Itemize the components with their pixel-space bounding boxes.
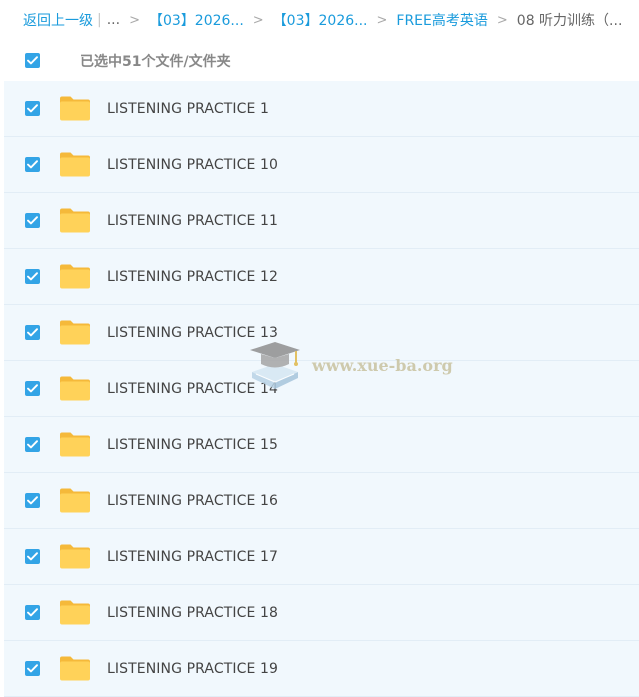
file-checkbox[interactable] (25, 101, 40, 116)
file-name: LISTENING PRACTICE 11 (107, 212, 278, 229)
folder-icon (60, 320, 90, 345)
breadcrumb: 返回上一级 | ... > 【03】2026... > 【03】2026... … (0, 0, 639, 40)
file-checkbox[interactable] (25, 605, 40, 620)
file-checkbox[interactable] (25, 437, 40, 452)
file-name: LISTENING PRACTICE 1 (107, 100, 269, 117)
checkmark-icon (27, 384, 38, 393)
checkmark-icon (27, 664, 38, 673)
checkmark-icon (27, 552, 38, 561)
file-name: LISTENING PRACTICE 17 (107, 548, 278, 565)
checkmark-icon (27, 56, 38, 65)
file-row[interactable]: LISTENING PRACTICE 10 (4, 137, 639, 193)
breadcrumb-arrow-separator: > (376, 12, 388, 28)
folder-icon (60, 432, 90, 457)
file-checkbox[interactable] (25, 269, 40, 284)
checkmark-icon (27, 608, 38, 617)
folder-icon (60, 152, 90, 177)
breadcrumb-arrow-separator: > (252, 12, 264, 28)
breadcrumb-arrow-separator: > (129, 12, 140, 28)
file-row[interactable]: LISTENING PRACTICE 14 (4, 361, 639, 417)
checkmark-icon (27, 104, 38, 113)
folder-icon (60, 96, 90, 121)
file-checkbox[interactable] (25, 493, 40, 508)
file-checkbox[interactable] (25, 157, 40, 172)
breadcrumb-item-3[interactable]: FREE高考英语 (396, 10, 487, 30)
checkmark-icon (27, 496, 38, 505)
back-link[interactable]: 返回上一级 (23, 10, 93, 30)
file-row[interactable]: LISTENING PRACTICE 13 (4, 305, 639, 361)
folder-icon (60, 600, 90, 625)
file-name: LISTENING PRACTICE 14 (107, 380, 278, 397)
folder-icon (60, 264, 90, 289)
breadcrumb-ellipsis[interactable]: ... (107, 12, 120, 28)
checkmark-icon (27, 440, 38, 449)
file-checkbox[interactable] (25, 325, 40, 340)
breadcrumb-item-2[interactable]: 【03】2026... (273, 10, 368, 30)
file-row[interactable]: LISTENING PRACTICE 17 (4, 529, 639, 585)
file-name: LISTENING PRACTICE 18 (107, 604, 278, 621)
file-name: LISTENING PRACTICE 13 (107, 324, 278, 341)
file-list: LISTENING PRACTICE 1 LISTENING PRACTICE … (4, 81, 639, 697)
file-row[interactable]: LISTENING PRACTICE 11 (4, 193, 639, 249)
file-checkbox[interactable] (25, 213, 40, 228)
folder-icon (60, 544, 90, 569)
checkmark-icon (27, 272, 38, 281)
folder-icon (60, 656, 90, 681)
file-name: LISTENING PRACTICE 10 (107, 156, 278, 173)
checkmark-icon (27, 216, 38, 225)
file-name: LISTENING PRACTICE 16 (107, 492, 278, 509)
select-all-checkbox[interactable] (25, 53, 40, 68)
file-checkbox[interactable] (25, 381, 40, 396)
breadcrumb-current: 08 听力训练（... (516, 13, 623, 29)
folder-icon (60, 376, 90, 401)
file-name: LISTENING PRACTICE 15 (107, 436, 278, 453)
file-row[interactable]: LISTENING PRACTICE 1 (4, 81, 639, 137)
file-checkbox[interactable] (25, 549, 40, 564)
selection-count: 已选中51个文件/文件夹 (80, 53, 231, 70)
breadcrumb-bar-separator: | (97, 12, 102, 28)
selection-header: 已选中51个文件/文件夹 (0, 40, 639, 81)
checkmark-icon (27, 328, 38, 337)
folder-icon (60, 488, 90, 513)
file-name: LISTENING PRACTICE 19 (107, 660, 278, 677)
checkmark-icon (27, 160, 38, 169)
breadcrumb-arrow-separator: > (496, 12, 508, 28)
file-row[interactable]: LISTENING PRACTICE 15 (4, 417, 639, 473)
file-row[interactable]: LISTENING PRACTICE 16 (4, 473, 639, 529)
file-row[interactable]: LISTENING PRACTICE 12 (4, 249, 639, 305)
breadcrumb-item-1[interactable]: 【03】2026... (149, 10, 244, 30)
file-name: LISTENING PRACTICE 12 (107, 268, 278, 285)
file-row[interactable]: LISTENING PRACTICE 18 (4, 585, 639, 641)
file-checkbox[interactable] (25, 661, 40, 676)
folder-icon (60, 208, 90, 233)
